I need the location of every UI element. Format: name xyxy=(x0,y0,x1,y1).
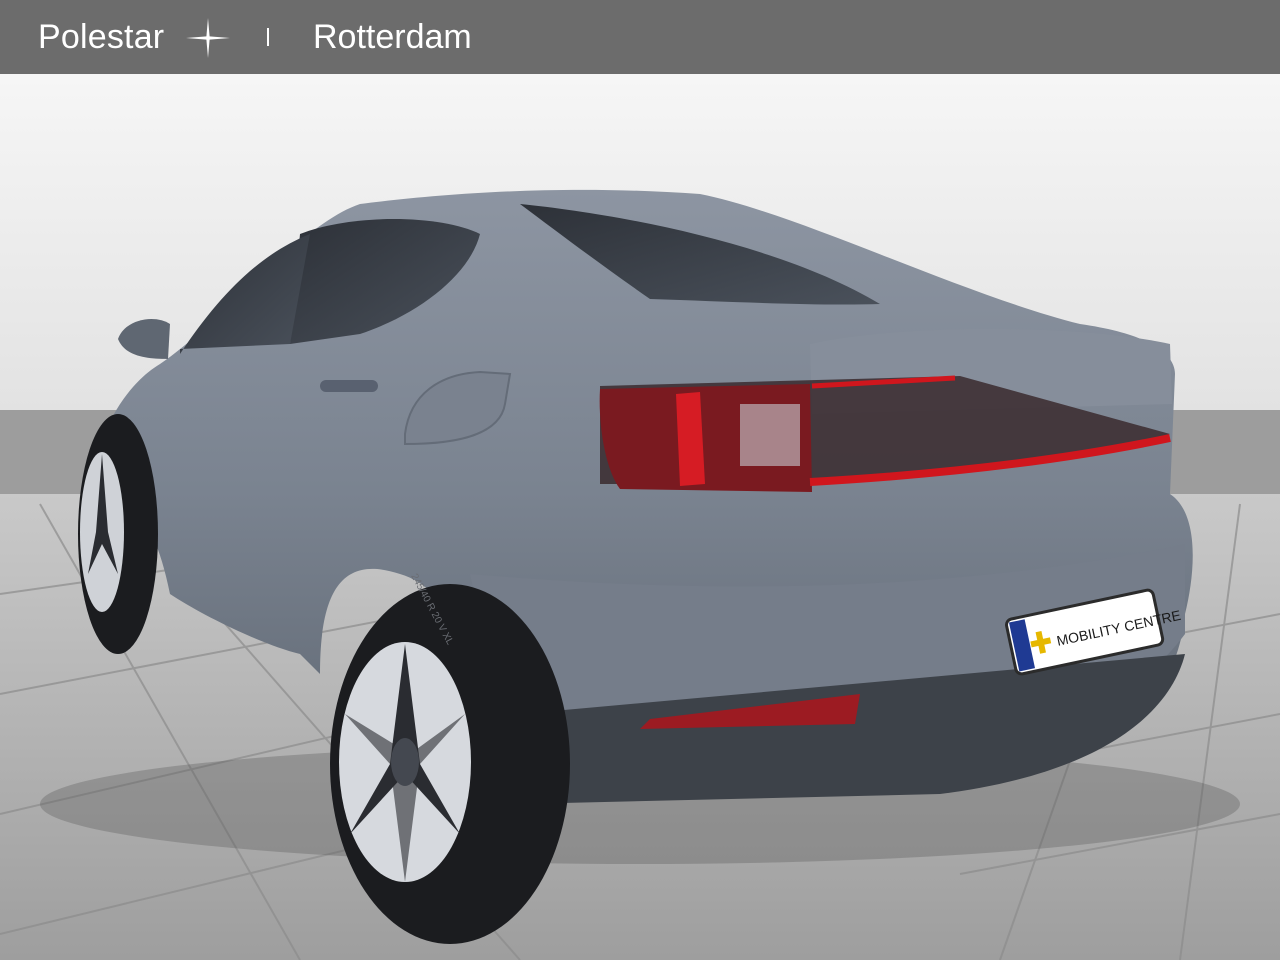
front-wheel xyxy=(78,414,158,654)
taillight-blade xyxy=(676,392,705,486)
header-divider xyxy=(267,28,269,46)
brand-name: Polestar xyxy=(38,18,165,56)
dealer-location: Rotterdam xyxy=(313,18,472,56)
polestar-star-icon xyxy=(186,18,230,58)
door-handle xyxy=(320,380,378,392)
reverse-lamp xyxy=(740,404,800,466)
dealer-header-bar: Polestar Rotterdam xyxy=(0,0,1280,74)
car-photo: MOBILITY CENTRE 245/40 R 20 V XL xyxy=(0,74,1280,960)
